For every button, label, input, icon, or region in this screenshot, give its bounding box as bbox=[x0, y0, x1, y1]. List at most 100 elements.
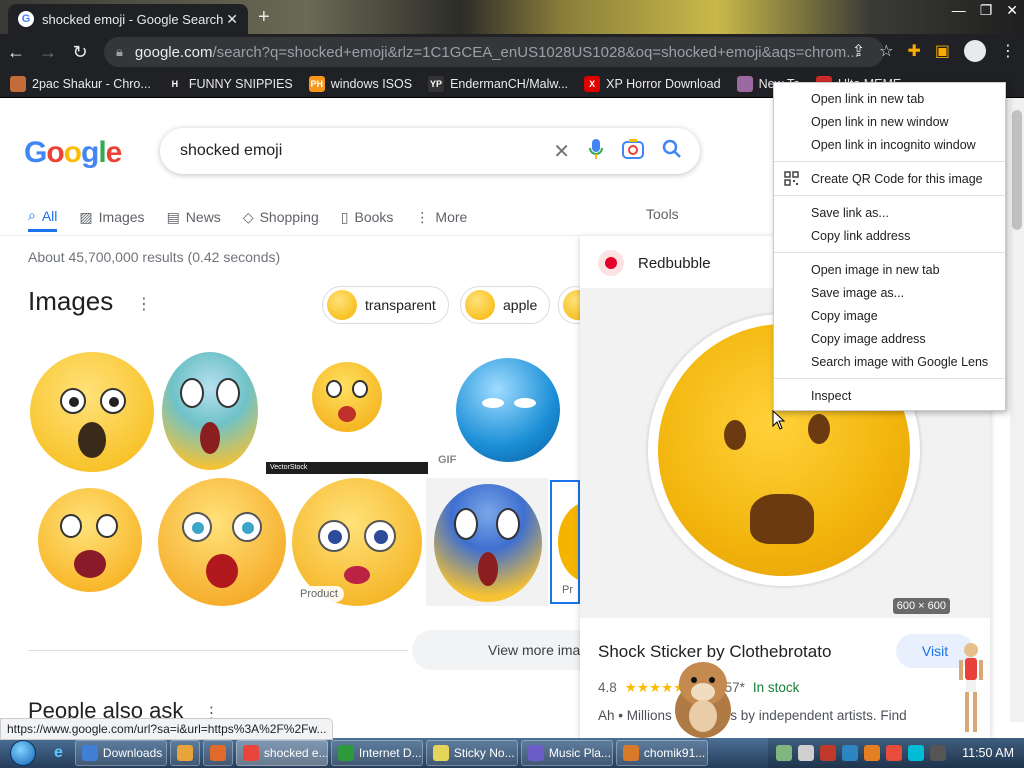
menu-kebab-icon[interactable]: ⋮ bbox=[1000, 41, 1016, 61]
logo-letter: l bbox=[98, 136, 106, 169]
scream-emoji-icon bbox=[162, 352, 258, 470]
bookmark-label: 2pac Shakur - Chro... bbox=[32, 76, 151, 91]
start-button[interactable] bbox=[0, 738, 46, 768]
image-result[interactable] bbox=[426, 478, 548, 606]
google-logo[interactable]: Google bbox=[24, 136, 122, 170]
voice-search-icon[interactable] bbox=[588, 138, 604, 165]
taskbar-app-icon bbox=[176, 745, 193, 761]
bookmark-star-icon[interactable]: ☆ bbox=[879, 41, 893, 61]
taskbar-item[interactable]: shocked e... bbox=[235, 740, 328, 766]
taskbar-item[interactable] bbox=[202, 740, 233, 766]
shocked-emoji-icon bbox=[558, 502, 578, 582]
share-icon[interactable]: ⇪ bbox=[852, 41, 865, 61]
image-result-selected[interactable]: Pr bbox=[550, 480, 580, 604]
volume-icon[interactable] bbox=[930, 745, 947, 761]
bookmark-label: FUNNY SNIPPIES bbox=[188, 76, 293, 91]
taskbar-item[interactable]: chomik91... bbox=[615, 740, 708, 766]
profile-avatar-icon[interactable] bbox=[964, 40, 986, 62]
image-result[interactable] bbox=[158, 350, 262, 474]
tab-images[interactable]: ▨ Images bbox=[79, 202, 144, 232]
preview-description: Ah • Millions of designs by independent … bbox=[598, 708, 907, 723]
images-options-icon[interactable]: ⋮ bbox=[136, 294, 152, 314]
tray-app-icon[interactable] bbox=[842, 745, 859, 761]
menu-inspect[interactable]: Inspect bbox=[774, 384, 1005, 407]
clock[interactable]: 11:50 AM bbox=[962, 746, 1014, 760]
extensions-icon[interactable]: ✚ bbox=[907, 41, 920, 61]
bookmark-favicon-icon: H bbox=[166, 75, 183, 92]
tab-news[interactable]: ▤ News bbox=[167, 202, 221, 232]
tab-label: Books bbox=[354, 209, 394, 225]
menu-separator bbox=[774, 195, 1005, 196]
search-small-icon: ⌕ bbox=[28, 207, 36, 223]
close-window-icon[interactable]: ✕ bbox=[1006, 2, 1018, 19]
menu-copy-link-address[interactable]: Copy link address bbox=[774, 224, 1005, 247]
taskbar-item[interactable]: Downloads bbox=[74, 740, 167, 766]
image-result[interactable] bbox=[28, 478, 154, 606]
restore-icon[interactable]: ❐ bbox=[980, 2, 993, 19]
tray-app-icon[interactable] bbox=[864, 745, 881, 761]
tray-app-icon[interactable] bbox=[820, 745, 837, 761]
mouse-cursor-icon bbox=[772, 410, 786, 430]
tab-close-icon[interactable]: ✕ bbox=[226, 11, 238, 28]
taskbar-item[interactable]: Sticky No... bbox=[425, 740, 518, 766]
tag-icon: ◇ bbox=[242, 208, 254, 225]
taskbar-item[interactable] bbox=[169, 740, 200, 766]
menu-open-link-new-tab[interactable]: Open link in new tab bbox=[774, 87, 1005, 110]
scrollbar-thumb[interactable] bbox=[1012, 110, 1022, 230]
search-tabs: ⌕ All ▨ Images ▤ News ◇ Shopping ▯ Books ⋮ Mor… bbox=[28, 202, 467, 232]
tray-app-icon[interactable] bbox=[886, 745, 903, 761]
image-result[interactable] bbox=[28, 350, 156, 474]
lock-icon[interactable]: 🔒︎ bbox=[116, 44, 123, 60]
side-panel-icon[interactable]: ▣ bbox=[935, 41, 950, 61]
menu-save-image-as[interactable]: Save image as... bbox=[774, 281, 1005, 304]
chip-transparent[interactable]: transparent bbox=[322, 286, 449, 324]
shocked-emoji-icon bbox=[158, 478, 286, 606]
menu-open-link-incognito[interactable]: Open link in incognito window bbox=[774, 133, 1005, 156]
image-result[interactable]: VectorStock bbox=[266, 350, 428, 474]
tools-button[interactable]: Tools bbox=[646, 206, 679, 222]
chip-apple[interactable]: apple bbox=[460, 286, 551, 324]
tab-all[interactable]: ⌕ All bbox=[28, 202, 58, 232]
image-result[interactable]: Product bbox=[290, 478, 424, 606]
bookmark-item[interactable]: PH windows ISOS bbox=[308, 75, 412, 92]
tray-app-icon[interactable] bbox=[798, 745, 815, 761]
menu-save-link-as[interactable]: Save link as... bbox=[774, 201, 1005, 224]
tab-shopping[interactable]: ◇ Shopping bbox=[243, 202, 319, 232]
reload-icon[interactable]: ↻ bbox=[64, 42, 96, 63]
internet-explorer-icon[interactable]: e bbox=[54, 744, 63, 762]
new-tab-button[interactable]: + bbox=[258, 6, 270, 29]
tab-books[interactable]: ▯ Books bbox=[341, 202, 394, 232]
menu-search-google-lens[interactable]: Search image with Google Lens bbox=[774, 350, 1005, 373]
bookmark-item[interactable]: H FUNNY SNIPPIES bbox=[166, 75, 293, 92]
product-badge: Pr bbox=[556, 582, 578, 598]
search-input[interactable]: shocked emoji bbox=[180, 142, 553, 160]
browser-tab[interactable]: G shocked emoji - Google Search ✕ bbox=[8, 4, 248, 34]
windows-orb-icon bbox=[10, 740, 36, 766]
preview-source[interactable]: Redbubble bbox=[598, 250, 711, 276]
menu-open-link-new-window[interactable]: Open link in new window bbox=[774, 110, 1005, 133]
forward-icon[interactable]: → bbox=[32, 42, 64, 63]
address-bar[interactable]: 🔒︎ google.com /search?q=shocked+emoji&rl… bbox=[104, 37, 884, 67]
tray-app-icon[interactable] bbox=[776, 745, 793, 761]
chip-label: transparent bbox=[365, 297, 436, 313]
back-icon[interactable]: ← bbox=[0, 42, 32, 63]
search-box[interactable]: shocked emoji ✕ bbox=[160, 128, 700, 174]
bookmark-item[interactable]: 2pac Shakur - Chro... bbox=[10, 75, 151, 92]
image-result[interactable]: GIF bbox=[432, 350, 578, 474]
menu-create-qr-code[interactable]: Create QR Code for this image bbox=[774, 167, 1005, 190]
bookmark-item[interactable]: YP EndermanCH/Malw... bbox=[428, 75, 568, 92]
clear-search-icon[interactable]: ✕ bbox=[553, 139, 570, 164]
bookmark-item[interactable]: X XP Horror Download bbox=[584, 75, 721, 92]
tray-app-icon[interactable] bbox=[908, 745, 925, 761]
lens-search-icon[interactable] bbox=[622, 138, 644, 164]
taskbar-item[interactable]: Music Pla... bbox=[520, 740, 613, 766]
window-controls: — ❐ ✕ bbox=[952, 2, 1018, 19]
search-icon[interactable] bbox=[662, 139, 682, 164]
menu-copy-image-address[interactable]: Copy image address bbox=[774, 327, 1005, 350]
taskbar-item[interactable]: Internet D... bbox=[330, 740, 423, 766]
menu-open-image-new-tab[interactable]: Open image in new tab bbox=[774, 258, 1005, 281]
minimize-icon[interactable]: — bbox=[952, 2, 966, 19]
tab-more[interactable]: ⋮ More bbox=[415, 202, 467, 232]
image-result[interactable] bbox=[156, 478, 288, 606]
menu-copy-image[interactable]: Copy image bbox=[774, 304, 1005, 327]
